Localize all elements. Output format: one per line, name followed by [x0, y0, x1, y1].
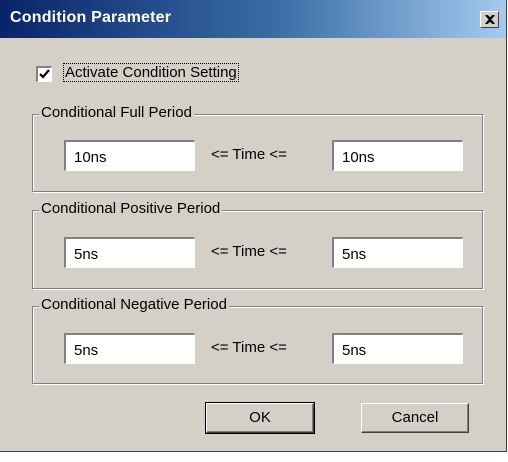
- activate-condition-checkbox[interactable]: [36, 66, 52, 82]
- condition-parameter-dialog: Condition Parameter Activate Condition S…: [0, 0, 507, 452]
- positive-period-max-input[interactable]: 5ns: [332, 237, 463, 268]
- full-period-group-title: Conditional Full Period: [39, 104, 194, 121]
- activate-condition-label[interactable]: Activate Condition Setting: [63, 63, 239, 82]
- positive-period-min-input[interactable]: 5ns: [64, 237, 195, 268]
- positive-period-group-title: Conditional Positive Period: [39, 200, 223, 217]
- checkmark-icon: [39, 69, 50, 79]
- full-period-relation: <= Time <=: [211, 146, 287, 163]
- negative-period-group-title: Conditional Negative Period: [39, 296, 229, 313]
- close-icon: [485, 15, 495, 24]
- close-button[interactable]: [480, 11, 499, 28]
- negative-period-min-input[interactable]: 5ns: [64, 333, 195, 364]
- ok-button[interactable]: OK: [205, 402, 315, 434]
- negative-period-group: Conditional Negative Period 5ns <= Time …: [32, 296, 483, 384]
- positive-period-group: Conditional Positive Period 5ns <= Time …: [32, 200, 483, 289]
- negative-period-relation: <= Time <=: [211, 339, 287, 356]
- full-period-group: Conditional Full Period 10ns <= Time <= …: [32, 104, 483, 192]
- cancel-button[interactable]: Cancel: [361, 403, 469, 433]
- full-period-min-input[interactable]: 10ns: [64, 140, 195, 171]
- title-bar[interactable]: Condition Parameter: [0, 0, 506, 38]
- window-title: Condition Parameter: [10, 9, 172, 26]
- positive-period-relation: <= Time <=: [211, 243, 287, 260]
- full-period-max-input[interactable]: 10ns: [332, 140, 463, 171]
- negative-period-max-input[interactable]: 5ns: [332, 333, 463, 364]
